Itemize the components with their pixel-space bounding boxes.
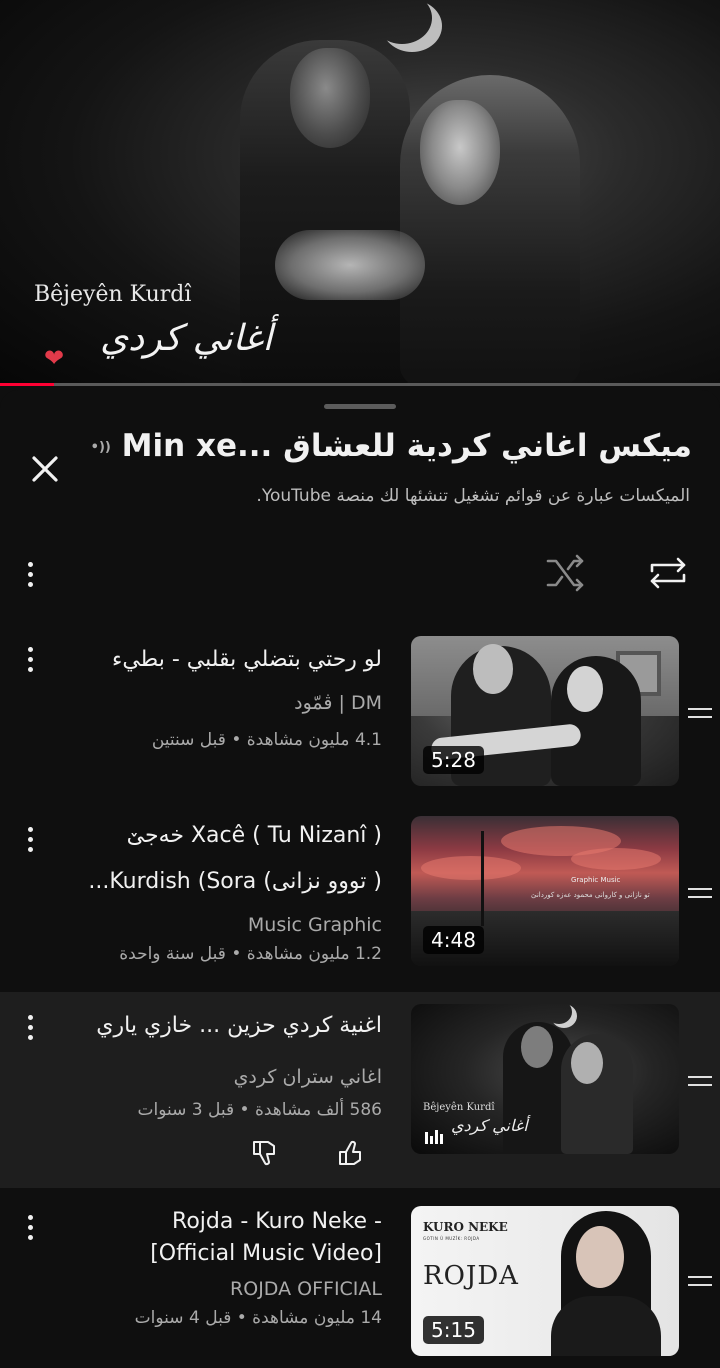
dislike-button[interactable] [250,1138,280,1168]
queue-item[interactable]: Xacê ( Tu Nizanî ) خەجێ ( تووو نزانی) Ku… [0,812,720,982]
item-more-button[interactable] [18,820,42,858]
item-more-button[interactable] [18,1008,42,1046]
video-channel: DM | ڤمّود [294,692,382,714]
progress-bar[interactable] [0,383,720,386]
like-button[interactable] [336,1138,366,1168]
repeat-button[interactable] [646,553,690,593]
item-more-button[interactable] [18,1208,42,1246]
video-thumbnail[interactable]: KURO NEKE GOTIN Û MUZÎK: ROJDA ROJDA 5:1… [411,1206,679,1356]
more-vert-icon [18,555,42,593]
video-figure-man-face [290,48,370,148]
video-hands [275,230,425,300]
video-thumbnail[interactable]: Bêjeyên Kurdî أغاني كردي [411,1004,679,1154]
video-figure-woman-face [420,100,500,205]
thumbs-down-icon [253,1141,275,1166]
video-channel: اغاني ستران كردي [233,1066,382,1088]
video-meta: 4.1 مليون مشاهدة • قبل سنتين [151,730,382,750]
thumbnail-song-title: KURO NEKE [423,1220,508,1234]
video-title-line-2: [Official Music Video] [150,1241,382,1266]
thumbnail-credit: GOTIN Û MUZÎK: ROJDA [423,1236,480,1241]
thumbnail-brand: Bêjeyên Kurdî [423,1102,495,1113]
more-vert-icon [18,1208,42,1246]
video-watermark-logo: أغاني كردي [100,318,273,359]
video-thumbnail[interactable]: 5:28 [411,636,679,786]
queue-title-text: ميكس اغاني كردية للعشاق ...Min xe [121,428,692,464]
video-thumbnail[interactable]: Graphic Music تو نازانی و کاروانی محمود … [411,816,679,966]
thumbnail-caption-2: تو نازانی و کاروانی محمود عەزە کوردانێ [531,891,650,899]
video-meta: 1.2 مليون مشاهدة • قبل سنة واحدة [119,944,382,964]
shuffle-button[interactable] [544,553,588,593]
thumbnail-artist: ROJDA [423,1261,519,1291]
video-channel: ROJDA OFFICIAL [230,1278,382,1300]
video-meta: 14 مليون مشاهدة • قبل 4 سنوات [134,1308,382,1328]
queue-title: ميكس اغاني كردية للعشاق ...Min xe ((•)) [92,428,692,464]
close-button[interactable] [24,448,66,490]
now-playing-icon [425,1130,443,1144]
drag-handle-icon[interactable] [688,702,712,724]
video-player[interactable]: Bêjeyên Kurdî أغاني كردي ❤ [0,0,720,386]
video-meta: 586 ألف مشاهدة • قبل 3 سنوات [137,1100,382,1120]
drag-handle-icon[interactable] [688,1270,712,1292]
thumbs-up-icon [339,1140,361,1165]
item-more-button[interactable] [18,640,42,678]
queue-subtitle: الميكسات عبارة عن قوائم تشغيل تنشئها لك … [256,486,690,506]
rating-actions [250,1138,390,1174]
video-title-line-1: Xacê ( Tu Nizanî ) خەجێ [126,823,382,848]
shuffle-icon [546,554,584,592]
thumbnail-caption: Graphic Music [571,876,621,884]
duration-badge: 5:28 [423,746,484,774]
more-vert-icon [18,640,42,678]
queue-item[interactable]: Rojda - Kuro Neke - [Official Music Vide… [0,1200,720,1368]
drag-handle[interactable] [324,404,396,409]
drag-handle-icon[interactable] [688,882,712,904]
moon-decoration [382,0,442,52]
repeat-icon [650,557,686,589]
video-title-line-1: Rojda - Kuro Neke - [172,1209,382,1234]
heart-icon: ❤ [44,344,65,372]
duration-badge: 4:48 [423,926,484,954]
video-title-line-2: ( تووو نزانی) Kurdish (Sora... [88,869,382,894]
queue-item-now-playing[interactable]: اغنية كردي حزين ... خازي ياري اغاني سترا… [0,992,720,1188]
more-vert-icon [18,1008,42,1046]
video-watermark-brand: Bêjeyên Kurdî [34,282,192,307]
more-vert-icon [18,820,42,858]
queue-item[interactable]: لو رحتي بتضلي بقلبي - بطيء DM | ڤمّود 4.… [0,632,720,792]
thumbnail-logo: أغاني كردي [451,1116,528,1135]
duration-badge: 5:15 [423,1316,484,1344]
broadcast-icon: ((•)) [92,440,111,455]
queue-more-button[interactable] [18,555,42,593]
video-title: لو رحتي بتضلي بقلبي - بطيء [112,647,382,672]
close-icon [32,456,58,482]
video-channel: Music Graphic [247,914,382,936]
progress-bar-fill [0,383,54,386]
drag-handle-icon[interactable] [688,1070,712,1092]
video-title: اغنية كردي حزين ... خازي ياري [96,1013,382,1038]
